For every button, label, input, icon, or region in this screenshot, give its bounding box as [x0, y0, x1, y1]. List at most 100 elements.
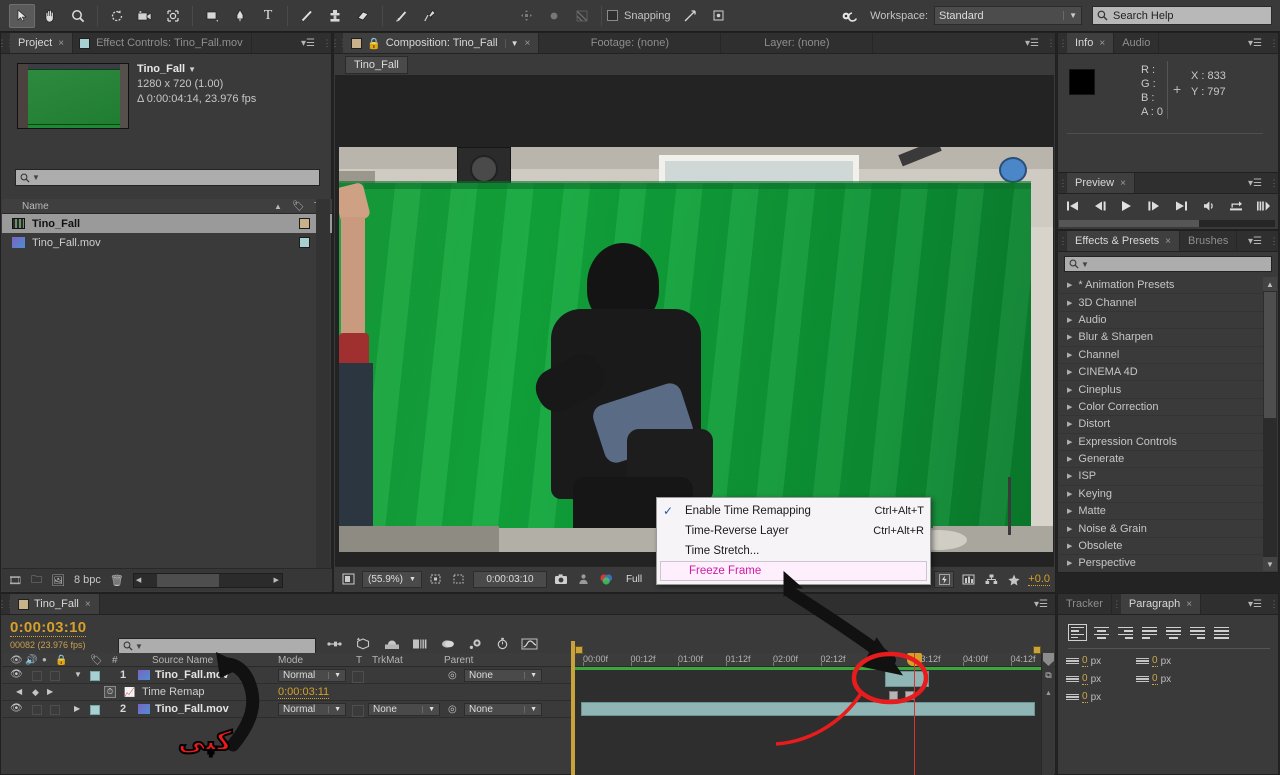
disclosure-triangle-icon[interactable]: ▶: [1067, 420, 1072, 428]
current-time-indicator[interactable]: [914, 653, 915, 775]
disclosure-triangle-icon[interactable]: ▶: [1067, 472, 1072, 480]
resolution-select[interactable]: Full: [621, 571, 647, 588]
layer-parent-select[interactable]: None ▼: [464, 703, 542, 716]
space-after-field[interactable]: 0 px: [1066, 691, 1136, 703]
menu-item-freeze-frame[interactable]: Freeze Frame: [660, 561, 927, 581]
justify-last-right-button[interactable]: [1188, 624, 1207, 641]
column-source-name[interactable]: Source Name: [152, 655, 213, 666]
comp-timecode-display[interactable]: 0:00:03:10: [472, 570, 547, 588]
effects-scrollbar[interactable]: ▲ ▼: [1263, 277, 1277, 571]
region-of-interest-icon[interactable]: [450, 571, 468, 588]
clone-stamp-tool[interactable]: [322, 4, 348, 28]
panel-menu-button[interactable]: ▾☰: [1018, 33, 1046, 53]
zoom-tool[interactable]: [65, 4, 91, 28]
enable-motion-blur-icon[interactable]: [440, 638, 456, 653]
effects-category-row[interactable]: ▶ * Animation Presets: [1059, 277, 1265, 295]
layer-audio-toggle[interactable]: [32, 671, 42, 681]
keyframe-diamond-icon[interactable]: ◆: [32, 687, 39, 698]
time-context-menu[interactable]: ✓ Enable Time Remapping Ctrl+Alt+T Time-…: [656, 497, 931, 585]
preserve-transparency-toggle[interactable]: [352, 671, 364, 683]
stopwatch-icon[interactable]: ⏱: [104, 686, 116, 698]
effects-category-row[interactable]: ▶ Matte: [1059, 503, 1265, 521]
snap-grid-icon[interactable]: [706, 4, 732, 28]
disclosure-triangle-icon[interactable]: ▶: [1067, 299, 1072, 307]
indent-first-line-field[interactable]: 0 px: [1066, 673, 1136, 685]
layer-visibility-icon[interactable]: 👁: [10, 703, 23, 714]
menu-item-time-reverse-layer[interactable]: Time-Reverse Layer Ctrl+Alt+R: [657, 521, 930, 541]
fast-previews-icon[interactable]: [934, 570, 955, 588]
panel-gripper[interactable]: ⋮⋮: [331, 33, 348, 53]
effects-category-row[interactable]: ▶ 3D Channel: [1059, 294, 1265, 312]
layer-switch-icon[interactable]: ⧉: [1042, 668, 1055, 683]
next-keyframe-icon[interactable]: ▶: [47, 687, 53, 696]
scroll-thumb[interactable]: [157, 573, 220, 587]
selection-tool[interactable]: [9, 3, 35, 28]
project-hscrollbar[interactable]: ◀ ▶: [132, 572, 283, 588]
eraser-tool[interactable]: [350, 4, 376, 28]
layer2-bar[interactable]: [581, 702, 1035, 716]
indent-left-field[interactable]: 0 px: [1066, 655, 1136, 667]
close-icon[interactable]: ×: [1165, 236, 1171, 247]
label-column-icon[interactable]: 🏷: [292, 201, 305, 212]
work-area-start-handle[interactable]: [575, 646, 583, 654]
scroll-down-button[interactable]: ▼: [1263, 557, 1277, 571]
timeline-button-icon[interactable]: [959, 571, 977, 588]
column-t[interactable]: T: [356, 655, 362, 666]
project-row-footage[interactable]: Tino_Fall.mov ▲: [2, 233, 332, 252]
new-folder-icon[interactable]: 🗀: [31, 571, 42, 590]
menu-item-enable-time-remapping[interactable]: ✓ Enable Time Remapping Ctrl+Alt+T: [657, 501, 930, 521]
keyframe-marker[interactable]: [905, 691, 914, 700]
effects-category-row[interactable]: ▶ CINEMA 4D: [1059, 364, 1265, 382]
project-search-input[interactable]: ▼: [15, 169, 320, 186]
close-icon[interactable]: ×: [1120, 178, 1126, 189]
keyframe-marker[interactable]: [889, 691, 898, 700]
layer-label-swatch[interactable]: [90, 671, 100, 681]
chevron-down-icon[interactable]: ▼: [188, 65, 196, 74]
indent-right-field[interactable]: 0 px: [1136, 655, 1206, 667]
panel-gripper-right[interactable]: ⋮: [1269, 594, 1279, 614]
panel-gripper[interactable]: ⋮: [1058, 33, 1068, 53]
shape-tool[interactable]: [199, 4, 225, 28]
work-area-bar[interactable]: [575, 667, 1041, 670]
effects-category-list[interactable]: ▶ * Animation Presets ▶ 3D Channel ▶ Audio ▶ Bl…: [1059, 277, 1265, 571]
disclosure-triangle-icon[interactable]: ▶: [1067, 316, 1072, 324]
effects-category-row[interactable]: ▶ Channel: [1059, 347, 1265, 364]
panel-gripper-right[interactable]: ⋮: [1269, 33, 1279, 53]
column-index[interactable]: #: [112, 655, 118, 666]
tab-audio[interactable]: Audio: [1114, 33, 1160, 53]
zoom-level-select[interactable]: (55.9%) ▼: [362, 570, 422, 588]
justify-last-center-button[interactable]: [1164, 624, 1183, 641]
effects-category-row[interactable]: ▶ Audio: [1059, 312, 1265, 330]
menu-item-time-stretch[interactable]: Time Stretch...: [657, 541, 930, 561]
comp-flowchart-icon[interactable]: [982, 571, 1000, 588]
layer-visibility-icon[interactable]: 👁: [10, 669, 23, 680]
solo-icon[interactable]: ●: [42, 655, 47, 664]
disclosure-triangle-icon[interactable]: ▶: [1067, 281, 1072, 289]
label-column-icon[interactable]: 🏷: [90, 655, 103, 666]
brainstorm-icon[interactable]: [468, 638, 484, 653]
brush-tool[interactable]: [294, 4, 320, 28]
expand-triangle-icon[interactable]: ▼: [74, 670, 82, 679]
graph-icon[interactable]: 📈: [124, 687, 135, 698]
panel-gripper[interactable]: ⋮: [1058, 173, 1068, 193]
effects-category-row[interactable]: ▶ Noise & Grain: [1059, 520, 1265, 538]
tab-effect-controls[interactable]: Effect Controls: Tino_Fall.mov: [73, 33, 252, 53]
search-help-input[interactable]: Search Help: [1092, 6, 1272, 25]
timeline-layer-row-1[interactable]: 👁 ▼ 1 Tino_Fall.mov Normal ▼ ◎ None ▼: [2, 667, 575, 684]
previous-frame-icon[interactable]: [1093, 200, 1107, 215]
layer-solo-toggle[interactable]: [50, 705, 60, 715]
panel-gripper-right[interactable]: ⋮: [1269, 231, 1279, 251]
layer-parent-select[interactable]: None ▼: [464, 669, 542, 682]
pen-tool[interactable]: [227, 4, 253, 28]
parent-pickwhip-icon[interactable]: ◎: [448, 670, 457, 681]
snapping-checkbox[interactable]: [607, 10, 618, 21]
ram-preview-icon[interactable]: [1256, 200, 1271, 215]
preview-scrollbar[interactable]: [1059, 220, 1275, 227]
scroll-right-arrow[interactable]: ▶: [273, 576, 278, 584]
new-comp-icon[interactable]: 🎞: [8, 574, 22, 587]
disclosure-triangle-icon[interactable]: ▶: [1067, 542, 1072, 550]
panel-gripper-right[interactable]: ⋮: [1046, 33, 1056, 53]
effects-category-row[interactable]: ▶ Obsolete: [1059, 538, 1265, 556]
panel-menu-button[interactable]: ▾☰: [1241, 173, 1269, 193]
column-mode[interactable]: Mode: [278, 655, 303, 666]
